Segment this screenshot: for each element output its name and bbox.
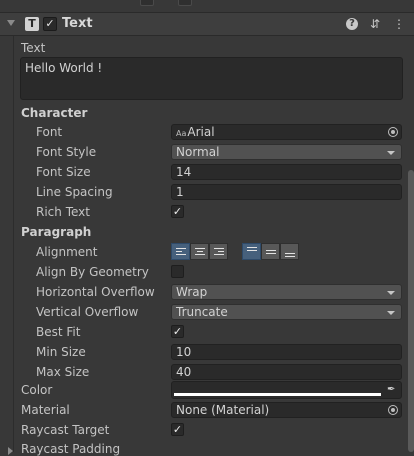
align-by-geometry-label: Align By Geometry	[36, 265, 149, 279]
best-fit-label: Best Fit	[36, 325, 81, 339]
vertical-overflow-label: Vertical Overflow	[36, 305, 139, 319]
color-field[interactable]: ✒	[171, 381, 402, 399]
align-middle-button[interactable]	[261, 243, 280, 260]
align-right-button[interactable]	[209, 243, 228, 260]
font-style-dropdown[interactable]: Normal	[171, 144, 402, 160]
font-asset-icon: Aa	[176, 129, 187, 138]
horizontal-overflow-dropdown[interactable]: Wrap	[171, 284, 402, 300]
text-label: Text	[21, 41, 46, 55]
font-size-input[interactable]: 14	[171, 164, 402, 180]
color-swatch	[174, 393, 381, 396]
character-section-label: Character	[21, 106, 88, 120]
rich-text-checkbox[interactable]: ✓	[171, 205, 184, 218]
material-label: Material	[21, 403, 70, 417]
line-spacing-label: Line Spacing	[36, 185, 113, 199]
dropdown-arrow-icon	[387, 151, 395, 155]
dropdown-arrow-icon	[387, 291, 395, 295]
object-picker-icon[interactable]	[388, 127, 398, 137]
text-component-icon: T	[25, 17, 39, 31]
vertical-overflow-dropdown[interactable]: Truncate	[171, 304, 402, 320]
rich-text-label: Rich Text	[36, 205, 90, 219]
font-label: Font	[36, 125, 63, 139]
material-value: None (Material)	[176, 403, 270, 417]
component-enabled-checkbox[interactable]: ✓	[43, 17, 57, 31]
alignment-label: Alignment	[36, 245, 98, 259]
inspector-indent-rule	[13, 36, 14, 452]
font-style-label: Font Style	[36, 145, 97, 159]
align-by-geometry-checkbox[interactable]	[171, 265, 184, 278]
presets-icon[interactable]: ⇵	[368, 17, 382, 31]
vertical-alignment-group	[242, 243, 299, 261]
material-object-field[interactable]: None (Material)	[171, 402, 402, 418]
line-spacing-input[interactable]: 1	[171, 184, 402, 200]
align-left-button[interactable]	[171, 243, 190, 260]
ghost-control	[178, 0, 192, 6]
min-size-input[interactable]: 10	[171, 344, 402, 360]
inspector-scrollbar[interactable]	[408, 170, 414, 452]
context-menu-icon[interactable]: ⋮	[392, 17, 406, 31]
dropdown-arrow-icon	[387, 311, 395, 315]
text-input-area[interactable]: Hello World !	[20, 57, 403, 100]
previous-component-strip	[0, 0, 414, 8]
font-object-field[interactable]: AaArial	[171, 124, 402, 140]
color-label: Color	[21, 383, 53, 397]
paragraph-section-label: Paragraph	[21, 225, 92, 239]
best-fit-checkbox[interactable]: ✓	[171, 325, 184, 338]
object-picker-icon[interactable]	[388, 405, 398, 415]
font-size-label: Font Size	[36, 165, 91, 179]
help-icon[interactable]: ?	[346, 18, 358, 30]
ghost-control	[140, 0, 154, 6]
raycast-padding-foldout-icon[interactable]	[8, 447, 13, 455]
max-size-input[interactable]: 40	[171, 364, 402, 380]
vertical-overflow-value: Truncate	[176, 305, 228, 319]
eyedropper-icon[interactable]: ✒	[387, 385, 397, 395]
font-value: Arial	[187, 125, 215, 139]
foldout-arrow-icon[interactable]	[7, 20, 15, 26]
component-header[interactable]: T ✓ Text ? ⇵ ⋮	[0, 12, 414, 36]
align-bottom-button[interactable]	[280, 243, 299, 260]
raycast-target-label: Raycast Target	[21, 423, 110, 437]
raycast-padding-label[interactable]: Raycast Padding	[21, 442, 120, 456]
align-top-button[interactable]	[242, 243, 261, 260]
align-center-button[interactable]	[190, 243, 209, 260]
max-size-label: Max Size	[36, 365, 90, 379]
raycast-target-checkbox[interactable]: ✓	[171, 423, 184, 436]
font-style-value: Normal	[176, 145, 220, 159]
component-title: Text	[62, 16, 93, 31]
horizontal-overflow-value: Wrap	[176, 285, 208, 299]
horizontal-alignment-group	[171, 243, 228, 261]
horizontal-overflow-label: Horizontal Overflow	[36, 285, 155, 299]
min-size-label: Min Size	[36, 345, 86, 359]
